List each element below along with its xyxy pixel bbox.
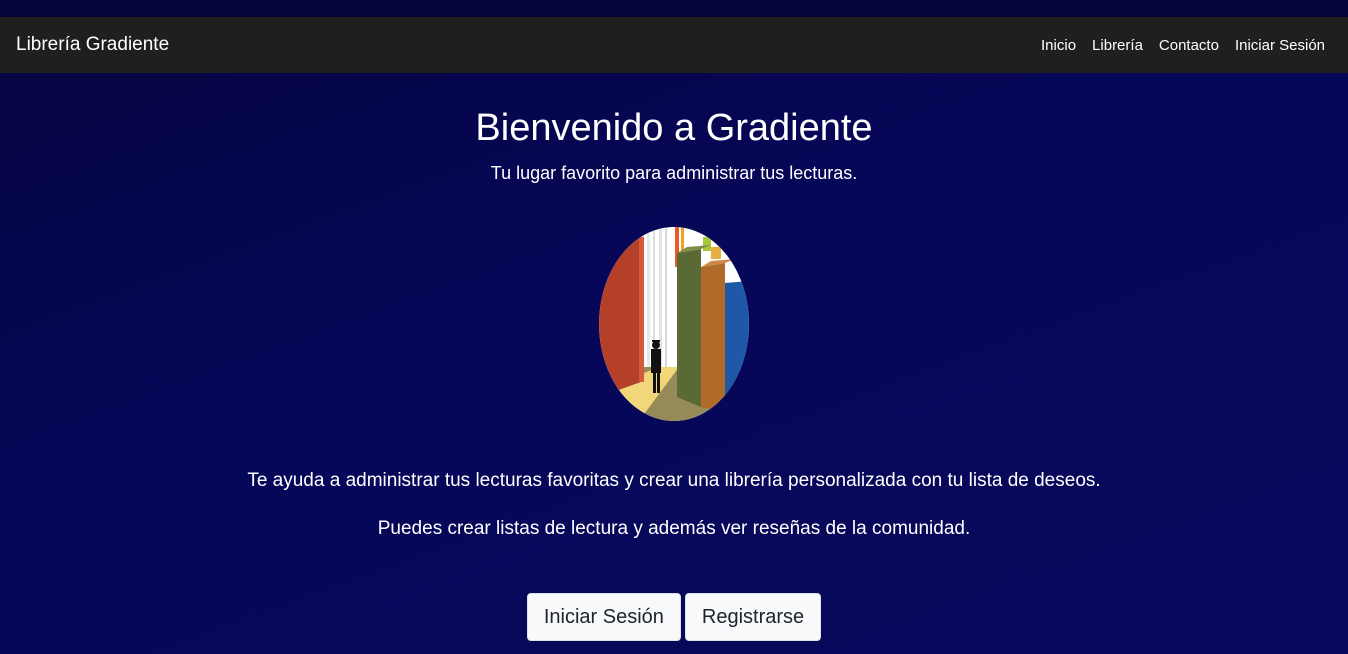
nav-iniciar-sesion[interactable]: Iniciar Sesión (1235, 37, 1325, 54)
register-button[interactable]: Registrarse (684, 593, 822, 641)
books-illustration (599, 227, 749, 421)
navbar: Librería Gradiente Inicio Librería Conta… (0, 17, 1348, 73)
top-strip (0, 0, 1348, 17)
nav-inicio[interactable]: Inicio (1041, 37, 1076, 54)
description-1: Te ayuda a administrar tus lecturas favo… (247, 470, 1101, 491)
page-subtitle: Tu lugar favorito para administrar tus l… (490, 163, 858, 183)
nav-libreria[interactable]: Librería (1092, 37, 1143, 54)
nav-contacto[interactable]: Contacto (1159, 37, 1219, 54)
page-title: Bienvenido a Gradiente (475, 107, 873, 149)
description-2: Puedes crear listas de lectura y además … (377, 518, 971, 539)
cta-buttons: Iniciar Sesión Registrarse (0, 593, 1348, 641)
login-button[interactable]: Iniciar Sesión (526, 593, 681, 641)
brand-link[interactable]: Librería Gradiente (16, 34, 169, 56)
nav-links: Inicio Librería Contacto Iniciar Sesión (1041, 37, 1325, 54)
